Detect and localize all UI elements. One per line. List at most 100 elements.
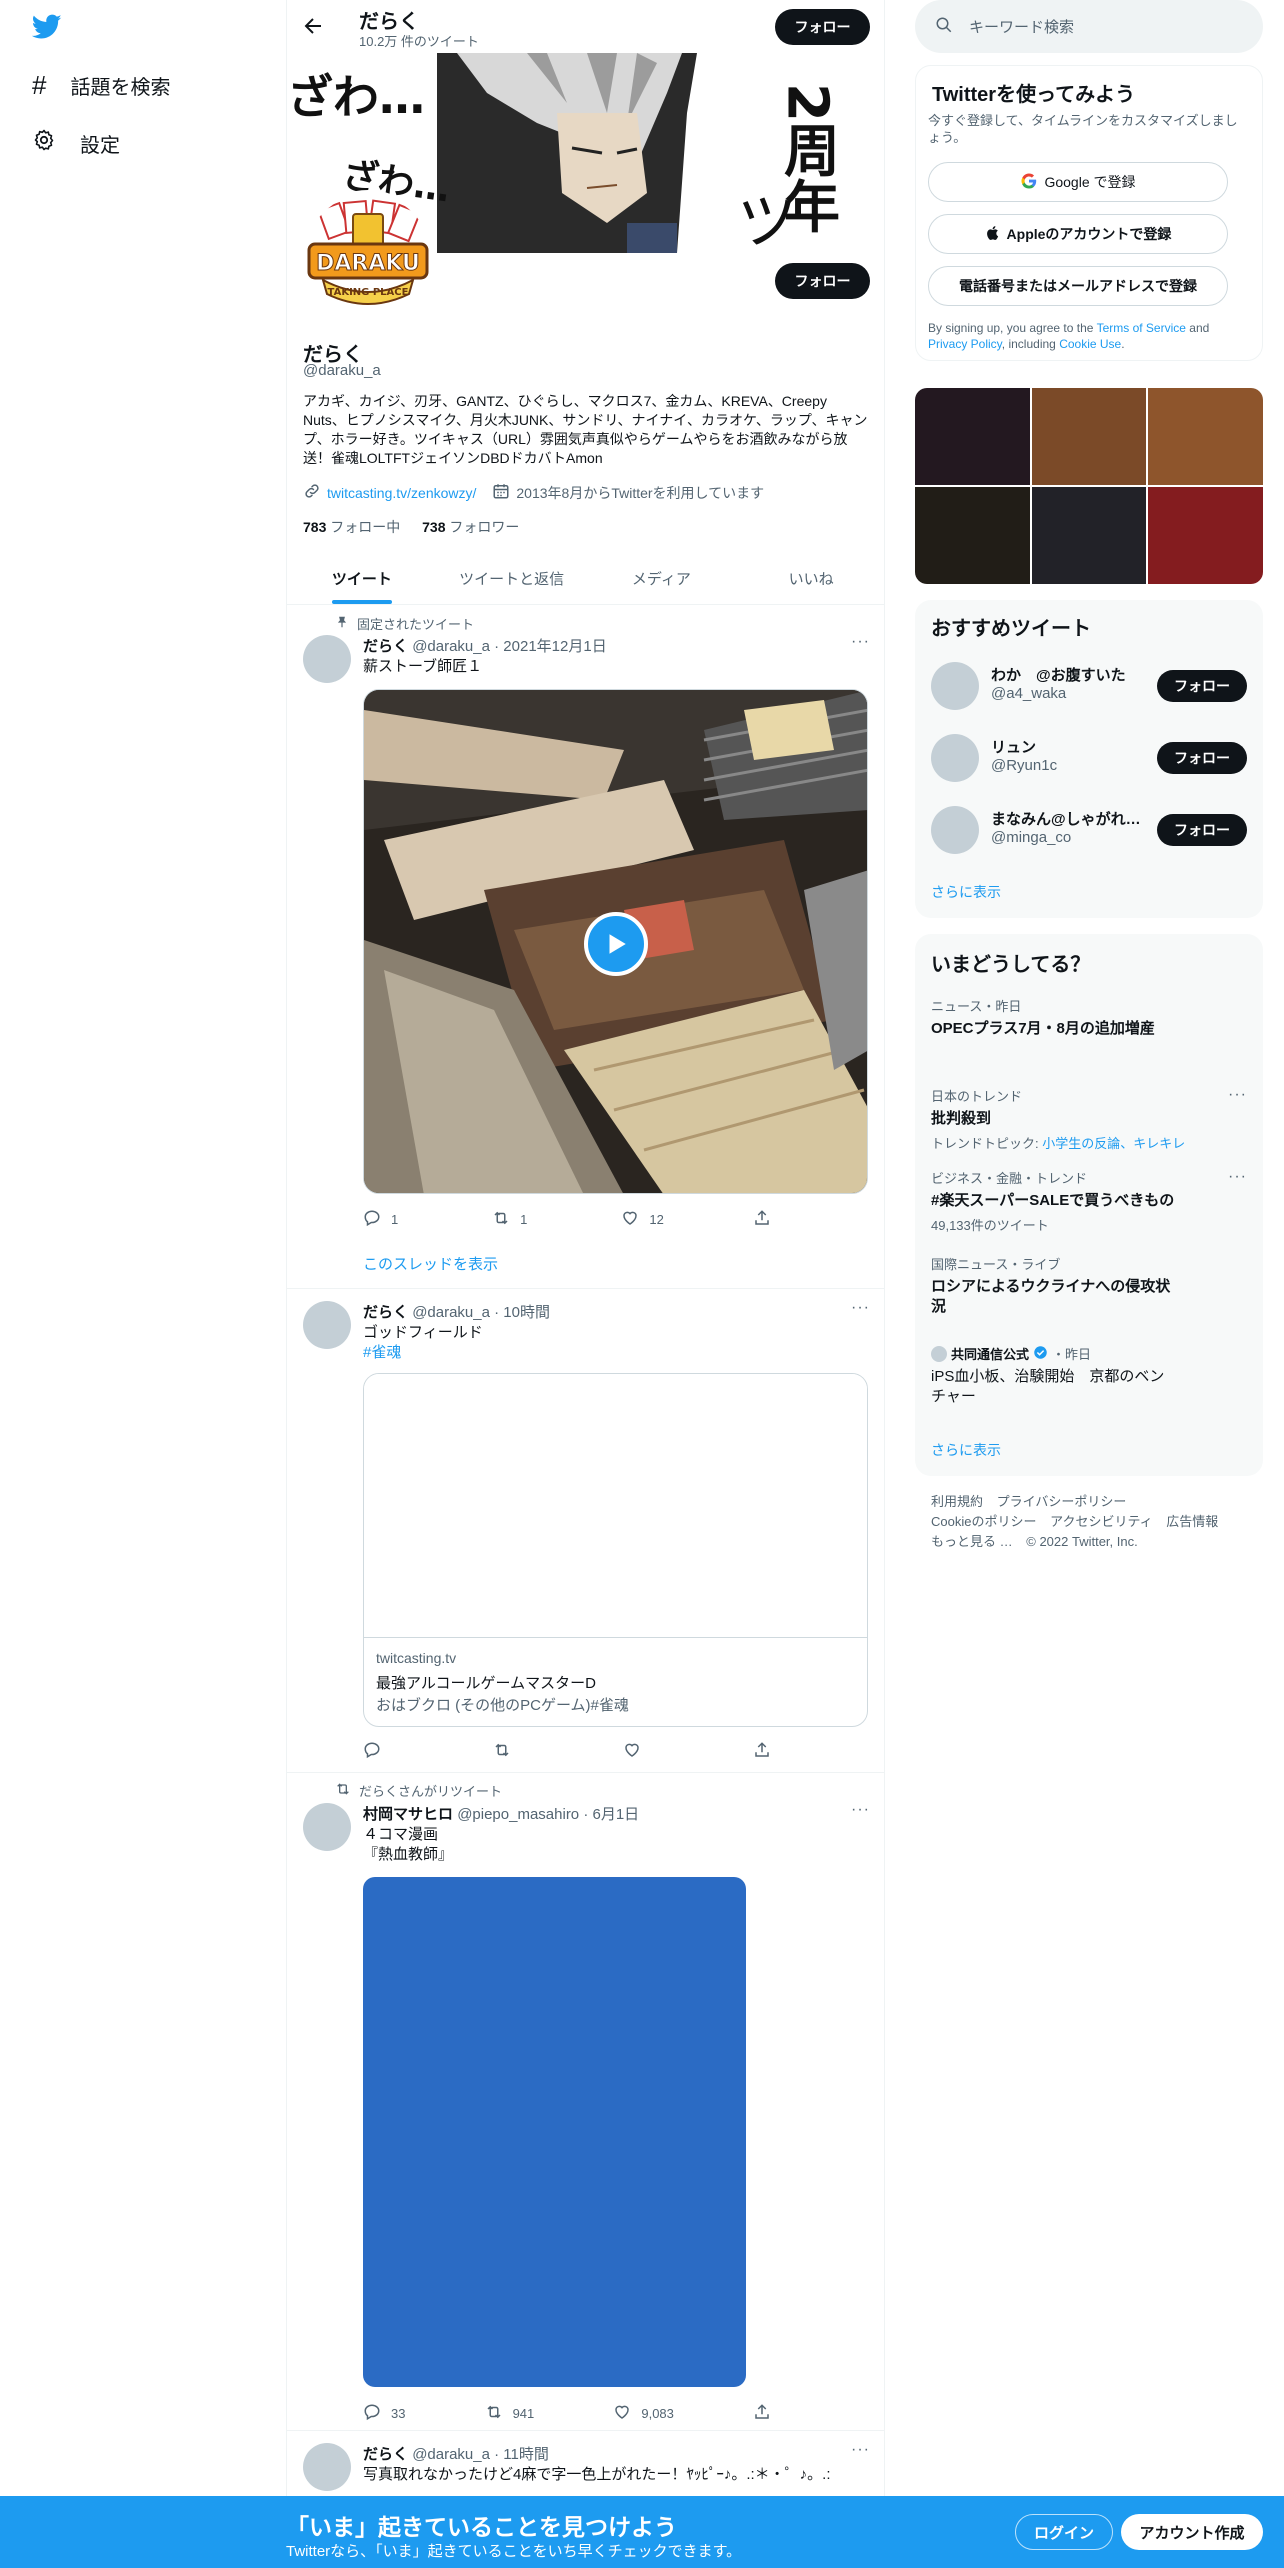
reply-button[interactable]: 33: [363, 2403, 405, 2424]
recommend-user-name: リュン: [991, 739, 1037, 756]
following-link[interactable]: 783 フォロー中: [303, 519, 400, 535]
trends-show-more[interactable]: さらに表示: [931, 1440, 1001, 1460]
tweet-author-name[interactable]: 村岡マサヒロ: [363, 1806, 453, 1823]
reply-icon: [363, 1209, 381, 1230]
media-thumbnail[interactable]: [1148, 487, 1263, 584]
recommend-follow-button[interactable]: フォロー: [1157, 814, 1247, 846]
tweet-image[interactable]: [363, 1877, 746, 2387]
tweet-author-name[interactable]: だらく: [363, 638, 408, 655]
tab-likes[interactable]: いいね: [736, 552, 884, 604]
profile-link[interactable]: twitcasting.tv/zenkowzy/: [327, 485, 476, 501]
profile-follow-button[interactable]: フォロー: [775, 263, 870, 299]
more-icon[interactable]: ···: [851, 1299, 870, 1317]
avatar[interactable]: [931, 662, 979, 710]
nav-explore-label: 話題を検索: [70, 77, 171, 99]
google-signup-button[interactable]: Google で登録: [928, 162, 1228, 202]
apple-signup-button[interactable]: Appleのアカウントで登録: [928, 214, 1228, 254]
more-icon[interactable]: ···: [851, 2441, 870, 2459]
footer-link-accessibility[interactable]: アクセシビリティ: [1050, 1514, 1153, 1529]
header-name: だらく: [359, 11, 419, 33]
tweet-item[interactable]: だらく @daraku_a · 10時間 ··· ゴッドフィールド #雀魂 tw…: [287, 1289, 884, 1773]
recommend-follow-button[interactable]: フォロー: [1157, 742, 1247, 774]
more-icon[interactable]: ···: [1228, 1168, 1247, 1186]
twitter-logo-icon[interactable]: [31, 14, 62, 44]
tweet-retweet[interactable]: だらくさんがリツイート 村岡マサヒロ @piepo_masahiro · 6月1…: [287, 1773, 884, 2431]
media-thumbnail[interactable]: [915, 388, 1030, 485]
link-card[interactable]: twitcasting.tv 最強アルコールゲームマスターD おはブクロ (その…: [363, 1373, 868, 1727]
footer-link-terms[interactable]: 利用規約: [931, 1494, 983, 1509]
media-grid: [915, 388, 1263, 584]
like-button[interactable]: 12: [621, 1209, 664, 1230]
tweet-meta: @daraku_a · 2021年12月1日: [412, 638, 607, 655]
tweet-video[interactable]: [363, 689, 868, 1194]
like-count: 12: [649, 1212, 664, 1227]
trend-item[interactable]: 国際ニュース・ライブ ロシアによるウクライナへの侵攻状況: [931, 1254, 1247, 1317]
recommend-user[interactable]: まなみん@しゃがれ声Vtuber @minga_co フォロー: [931, 802, 1247, 858]
recommend-user-handle: @minga_co: [991, 829, 1072, 846]
phone-email-signup-button[interactable]: 電話番号またはメールアドレスで登録: [928, 266, 1228, 306]
trend-item[interactable]: 共同通信公式 ・昨日 iPS血小板、治験開始 京都のベンチャー: [931, 1344, 1247, 1407]
back-arrow-icon[interactable]: [301, 14, 325, 42]
recommend-show-more[interactable]: さらに表示: [931, 882, 1001, 902]
reply-icon: [363, 1741, 381, 1762]
trend-item[interactable]: ニュース・昨日 OPECプラス7月・8月の追加増産: [931, 996, 1247, 1039]
retweet-button[interactable]: 1: [492, 1209, 532, 1230]
trend-subtopics-links[interactable]: 小学生の反論、キレキレ: [1042, 1136, 1185, 1151]
retweet-button[interactable]: 941: [485, 2403, 534, 2424]
search-bar[interactable]: キーワード検索: [915, 0, 1263, 53]
recommend-follow-button[interactable]: フォロー: [1157, 670, 1247, 702]
signup-subtitle: 今すぐ登録して、タイムラインをカスタマイズしましょう。: [928, 113, 1238, 145]
tab-tweets-replies[interactable]: ツイートと返信: [437, 552, 587, 604]
avatar[interactable]: [303, 635, 351, 683]
share-button[interactable]: [753, 2403, 793, 2424]
share-button[interactable]: [753, 1209, 793, 1230]
header-follow-button[interactable]: フォロー: [775, 9, 870, 45]
profile-tabs: ツイート ツイートと返信 メディア いいね: [287, 552, 884, 605]
tab-media[interactable]: メディア: [587, 552, 737, 604]
share-button[interactable]: [753, 1741, 793, 1762]
tweet-author-name[interactable]: だらく: [363, 1304, 408, 1321]
media-thumbnail[interactable]: [1031, 487, 1147, 584]
like-count: 9,083: [641, 2406, 674, 2421]
nav-explore[interactable]: # 話題を検索: [32, 70, 170, 101]
trend-item[interactable]: ビジネス・金融・トレンド #楽天スーパーSALEで買うべきもの 49,133件の…: [931, 1168, 1247, 1234]
like-button[interactable]: [623, 1741, 663, 1762]
avatar[interactable]: [303, 1301, 351, 1349]
profile-avatar[interactable]: DARAKU TAKING PLACE: [301, 190, 435, 324]
retweet-button[interactable]: [493, 1741, 533, 1762]
media-thumbnail[interactable]: [1148, 388, 1263, 485]
avatar[interactable]: [303, 1803, 351, 1851]
recommend-user[interactable]: わか @お腹すいた @a4_waka フォロー: [931, 658, 1247, 714]
avatar[interactable]: [931, 806, 979, 854]
avatar[interactable]: [303, 2443, 351, 2491]
footer-link-privacy[interactable]: プライバシーポリシー: [997, 1494, 1127, 1509]
more-icon[interactable]: ···: [1228, 1086, 1247, 1104]
play-icon[interactable]: [584, 912, 648, 976]
terms-link[interactable]: Terms of Service: [1097, 321, 1186, 335]
reply-button[interactable]: 1: [363, 1209, 403, 1230]
followers-link[interactable]: 738 フォロワー: [422, 519, 519, 535]
login-button[interactable]: ログイン: [1015, 2514, 1113, 2550]
nav-settings[interactable]: 設定: [32, 128, 120, 158]
cookie-link[interactable]: Cookie Use: [1059, 337, 1121, 351]
more-icon[interactable]: ···: [851, 1801, 870, 1819]
footer-more[interactable]: もっと見る …: [931, 1534, 1013, 1549]
media-thumbnail[interactable]: [915, 487, 1030, 584]
tweet-pinned[interactable]: 固定されたツイート だらく @daraku_a · 2021年12月1日 ···…: [287, 605, 884, 1289]
tab-tweets[interactable]: ツイート: [287, 552, 437, 604]
like-button[interactable]: 9,083: [613, 2403, 674, 2424]
media-thumbnail[interactable]: [1031, 388, 1147, 485]
tweet-author-row: だらく @daraku_a · 2021年12月1日: [363, 635, 607, 656]
reply-button[interactable]: [363, 1741, 403, 1762]
hashtag-link[interactable]: #雀魂: [363, 1343, 868, 1363]
tweet-author-name[interactable]: だらく: [363, 2446, 408, 2463]
show-thread-link[interactable]: このスレッドを表示: [363, 1253, 498, 1274]
trend-item[interactable]: 日本のトレンド 批判殺到 トレンドトピック: 小学生の反論、キレキレ ···: [931, 1086, 1247, 1152]
signup-button[interactable]: アカウント作成: [1121, 2514, 1263, 2550]
avatar[interactable]: [931, 734, 979, 782]
footer-link-cookie[interactable]: Cookieのポリシー: [931, 1514, 1036, 1529]
footer-link-ads[interactable]: 広告情報: [1166, 1514, 1218, 1529]
more-icon[interactable]: ···: [851, 633, 870, 651]
privacy-link[interactable]: Privacy Policy: [928, 337, 1002, 351]
recommend-user[interactable]: リュン @Ryun1c フォロー: [931, 730, 1247, 786]
